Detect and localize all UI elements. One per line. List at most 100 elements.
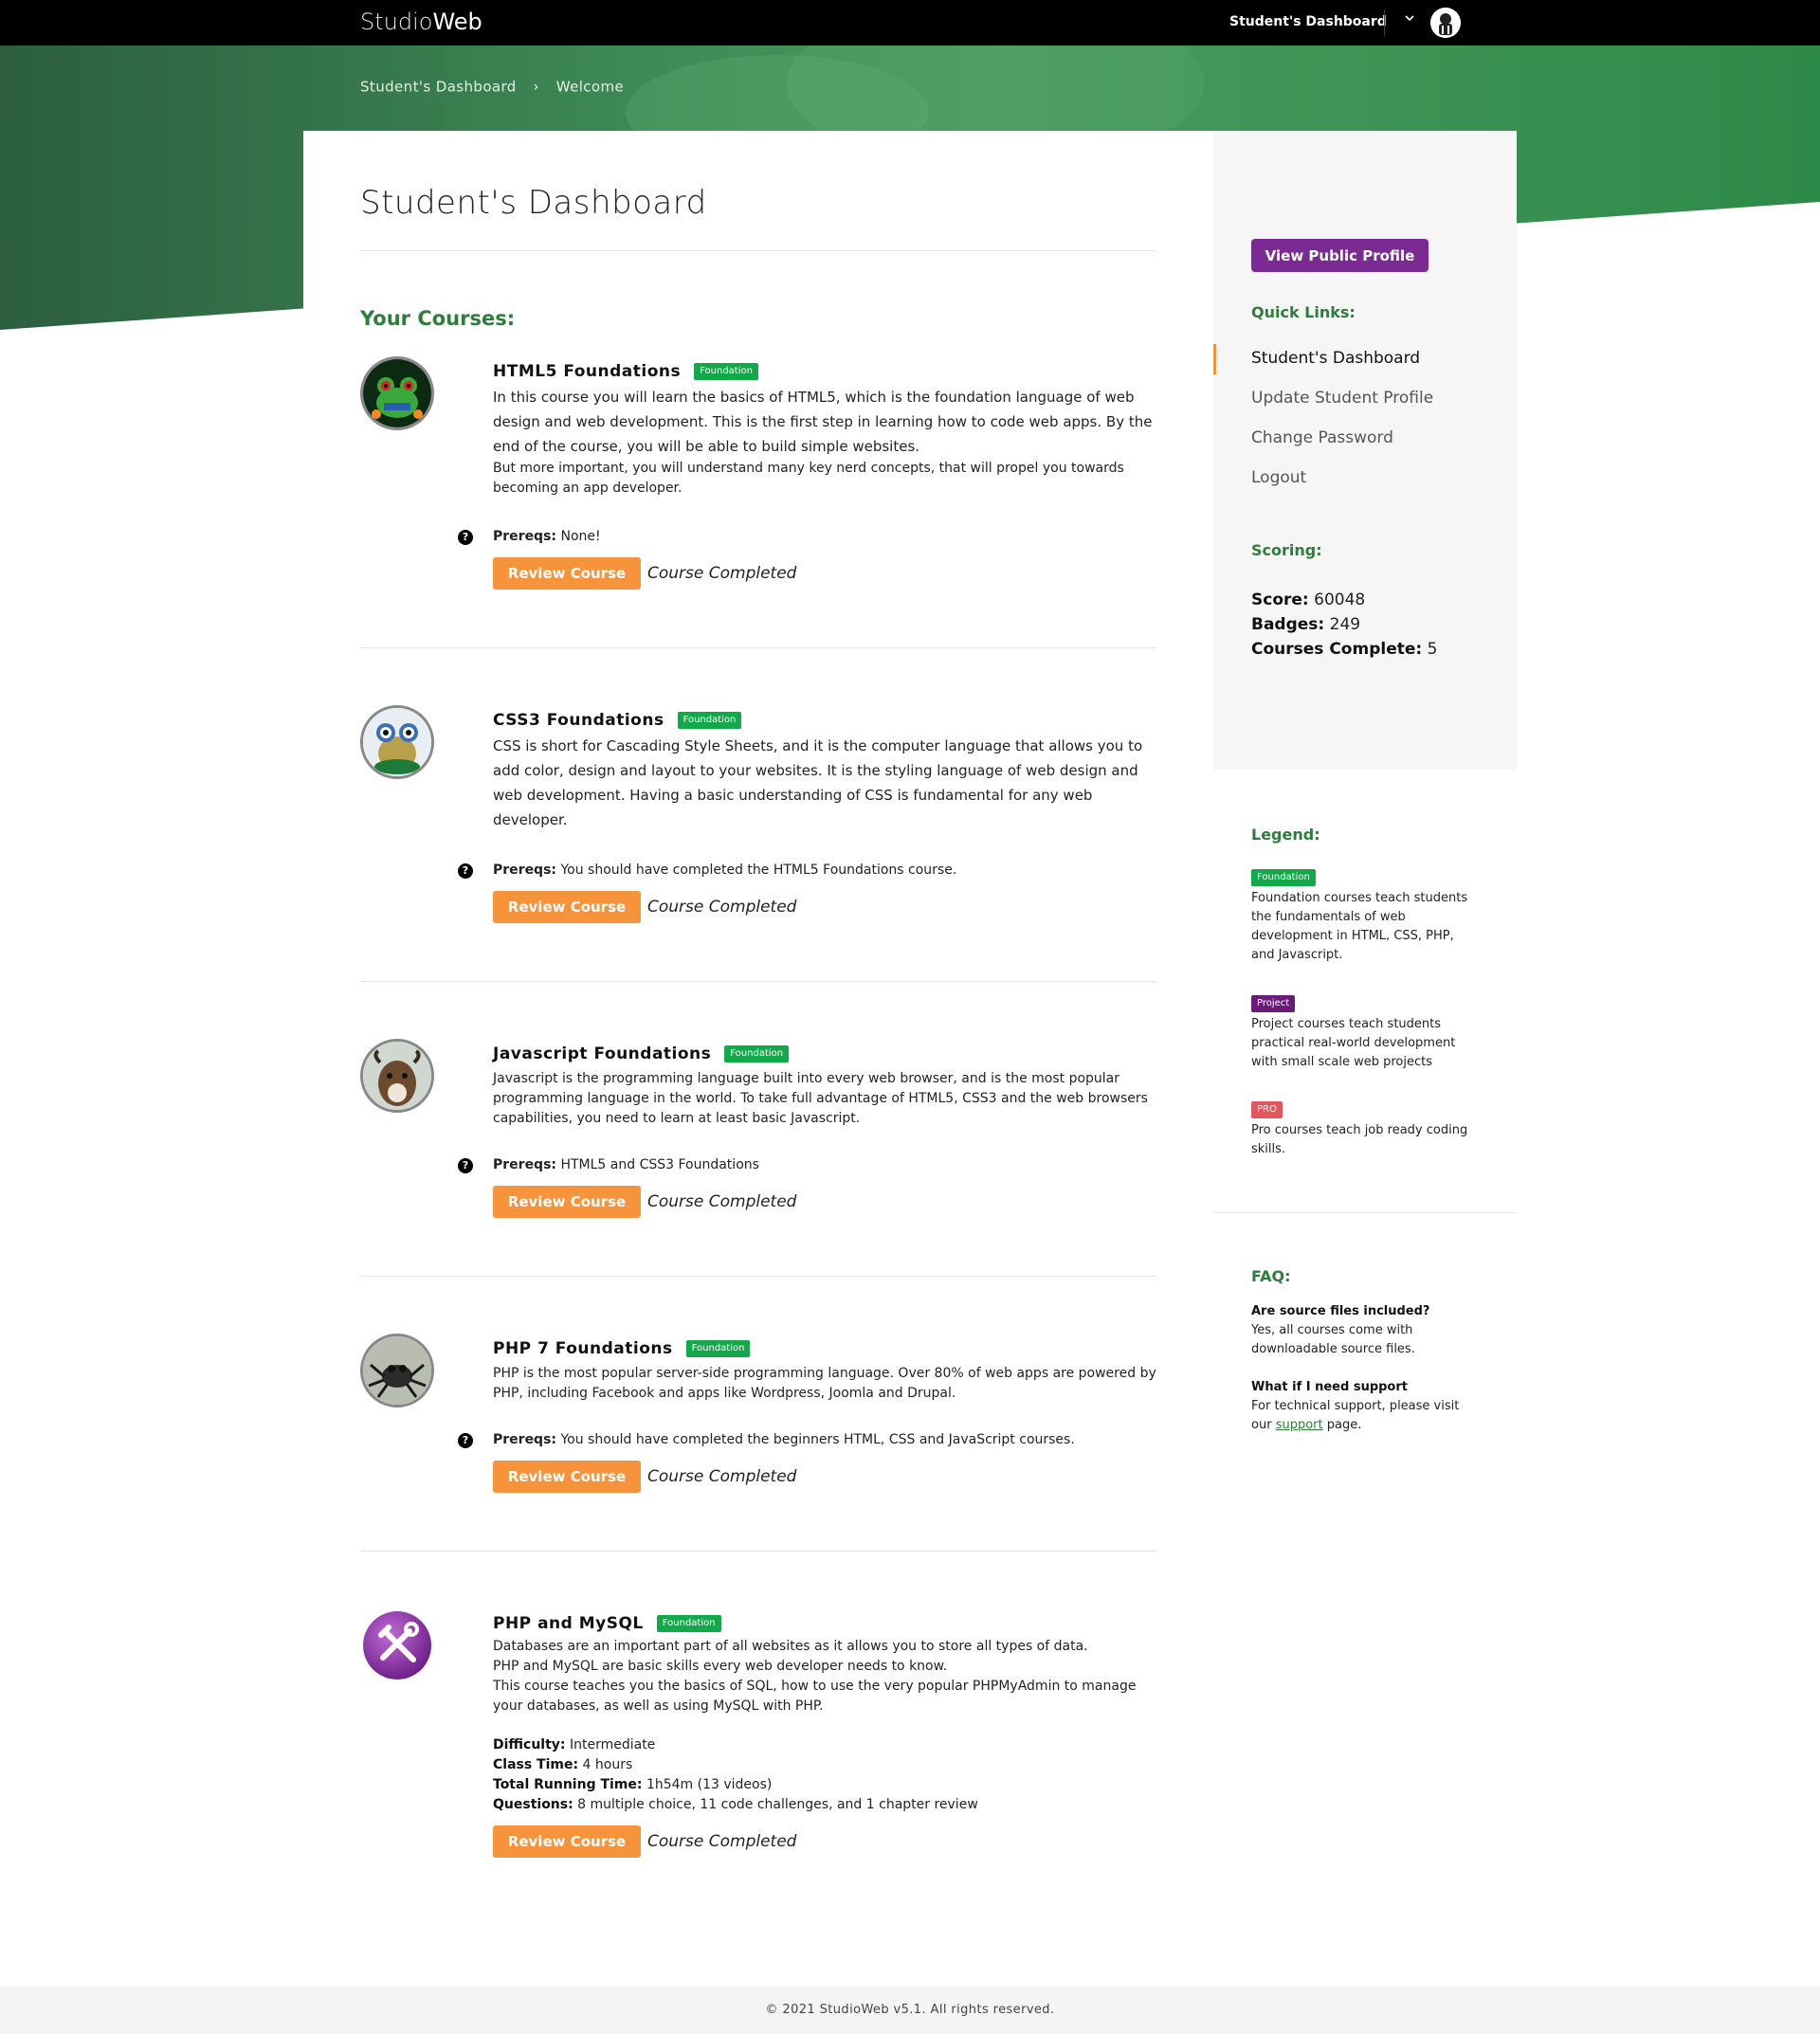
course-description: CSS is short for Cascading Style Sheets,… [493,737,1143,828]
course-description: In this course you will learn the basics… [493,389,1153,455]
goggle-frog-thumbnail [360,705,434,779]
badges-label: Badges: [1251,615,1325,634]
courses-heading: Your Courses: [360,307,516,330]
score-stat: Score: 60048 [1251,590,1365,609]
course-title[interactable]: CSS3 Foundations [493,711,664,730]
review-course-button[interactable]: Review Course [493,1186,641,1218]
course-title-row: PHP 7 Foundations Foundation [493,1339,751,1358]
course-actions: Review Course Course Completed [493,557,796,590]
question-icon: ? [458,1158,473,1173]
meta-value: 4 hours [582,1757,633,1772]
foundation-badge: Foundation [1251,869,1316,886]
course-description: Javascript is the programming language b… [493,1071,1148,1126]
sidebar-item-update-profile[interactable]: Update Student Profile [1251,389,1433,408]
course-divider [360,1551,1156,1552]
review-course-button[interactable]: Review Course [493,557,641,590]
sidebar-item-logout[interactable]: Logout [1251,468,1306,487]
score-label: Score: [1251,590,1309,609]
course-actions: Review Course Course Completed [493,1461,796,1493]
course-description: Databases are an important part of all w… [493,1637,1156,1716]
sidebar-panel [1213,131,1517,770]
course-prereqs: Prereqs: You should have completed the H… [493,863,956,878]
tools-icon [360,1608,434,1682]
course-title-row: PHP and MySQL Foundation [493,1614,721,1633]
legend-project-badge: Project [1251,991,1296,1012]
logo-text-bold: Web [432,9,482,35]
top-navigation-bar: StudioWeb Student's Dashboard [0,0,1820,45]
meta-class-time: Class Time: 4 hours [493,1755,1156,1775]
page-title: Student's Dashboard [360,184,707,222]
support-link[interactable]: support [1276,1418,1323,1432]
course-description-line: PHP and MySQL are basic skills every web… [493,1659,948,1674]
score-value: 60048 [1314,590,1366,609]
logo-text-light: Studio [360,9,433,35]
course-title[interactable]: HTML5 Foundations [493,362,681,381]
review-course-button[interactable]: Review Course [493,1461,641,1493]
course-divider [360,647,1156,648]
courses-complete-label: Courses Complete: [1251,640,1423,659]
title-divider [360,250,1156,251]
course-actions: Review Course Course Completed [493,1186,796,1218]
footer-copyright: © 2021 StudioWeb v5.1. All rights reserv… [765,2003,1055,2017]
view-public-profile-button[interactable]: View Public Profile [1251,239,1429,272]
quick-links-heading: Quick Links: [1251,303,1356,321]
meta-label: Questions: [493,1797,573,1812]
badges-stat: Badges: 249 [1251,615,1360,634]
footer: © 2021 StudioWeb v5.1. All rights reserv… [0,1987,1820,2034]
prereq-label: Prereqs: [493,863,557,878]
legend-pro-text: Pro courses teach job ready coding skill… [1251,1123,1468,1156]
breadcrumb: Student's Dashboard › Welcome [360,78,624,96]
course-divider [360,1276,1156,1277]
course-title[interactable]: Javascript Foundations [493,1044,711,1063]
studioweb-logo[interactable]: StudioWeb [360,9,482,35]
nav-students-dashboard-link[interactable]: Student's Dashboard [1229,14,1387,29]
prereq-value: You should have completed the HTML5 Foun… [560,863,957,878]
course-prereqs: Prereqs: None! [493,529,601,544]
legend-heading: Legend: [1251,826,1320,844]
course-status: Course Completed [647,564,797,583]
review-course-button[interactable]: Review Course [493,891,641,923]
course-description-line: This course teaches you the basics of SQ… [493,1679,1137,1714]
legend-project-text: Project courses teach students practical… [1251,1017,1456,1069]
course-description-extra: But more important, you will understand … [493,461,1124,496]
course-item-html5: HTML5 Foundations Foundation In this cou… [360,356,1156,593]
prereq-label: Prereqs: [493,1157,557,1172]
badges-value: 249 [1329,615,1361,634]
question-icon: ? [458,863,473,879]
meta-label: Class Time: [493,1757,579,1772]
course-actions: Review Course Course Completed [493,891,796,923]
meta-questions: Questions: 8 multiple choice, 11 code ch… [493,1795,1156,1815]
prereq-value: HTML5 and CSS3 Foundations [560,1157,759,1172]
sidebar-item-change-password[interactable]: Change Password [1251,428,1393,447]
course-title[interactable]: PHP 7 Foundations [493,1339,673,1358]
foundation-badge: Foundation [685,1340,751,1357]
sidebar-item-students-dashboard[interactable]: Student's Dashboard [1251,349,1420,368]
scoring-heading: Scoring: [1251,541,1322,559]
meta-value: 8 multiple choice, 11 code challenges, a… [577,1797,978,1812]
foundation-badge: Foundation [656,1615,721,1632]
courses-complete-stat: Courses Complete: 5 [1251,640,1437,659]
review-course-button[interactable]: Review Course [493,1825,641,1858]
breadcrumb-dashboard-link[interactable]: Student's Dashboard [360,79,517,96]
question-icon: ? [458,1433,473,1448]
course-item-php7: PHP 7 Foundations Foundation PHP is the … [360,1334,1156,1523]
course-title-row: HTML5 Foundations Foundation [493,362,758,381]
faq-answer: For technical support, please visit our … [1251,1397,1479,1435]
user-avatar-icon[interactable] [1430,8,1461,38]
course-item-css3: CSS3 Foundations Foundation CSS is short… [360,705,1156,923]
question-icon: ? [458,530,473,545]
active-link-indicator [1213,344,1216,374]
chevron-down-icon[interactable] [1404,12,1415,27]
course-title-row: CSS3 Foundations Foundation [493,711,742,730]
foundation-badge: Foundation [724,1045,790,1062]
course-description: PHP is the most popular server-side prog… [493,1366,1156,1401]
sidebar-divider [1213,1212,1517,1213]
nav-divider [1384,9,1385,36]
foundation-badge: Foundation [694,363,758,380]
courses-complete-value: 5 [1427,640,1438,659]
course-meta: Difficulty: Intermediate Class Time: 4 h… [493,1735,1156,1815]
meta-label: Difficulty: [493,1737,566,1753]
faq-answer: Yes, all courses come with downloadable … [1251,1323,1415,1356]
course-title[interactable]: PHP and MySQL [493,1614,644,1633]
course-title-row: Javascript Foundations Foundation [493,1044,790,1063]
